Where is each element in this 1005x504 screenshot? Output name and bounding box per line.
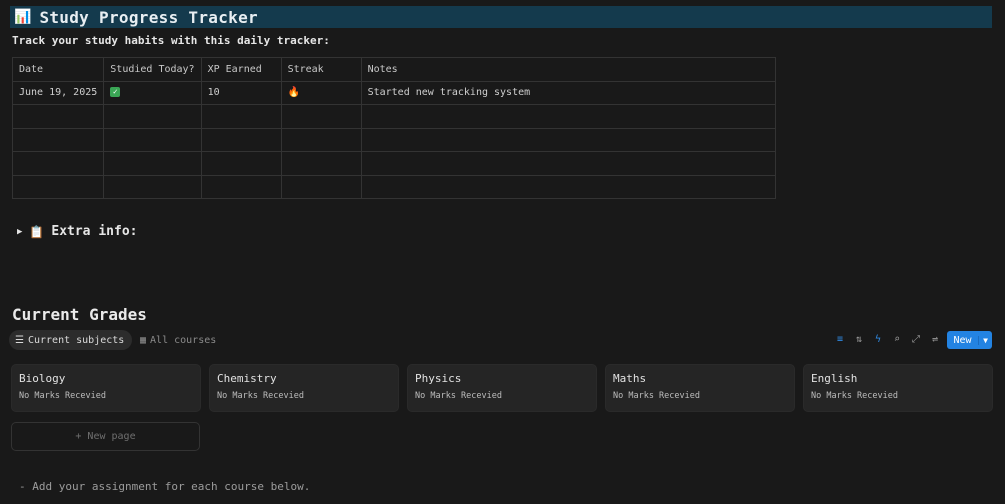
course-status: No Marks Recevied: [811, 391, 898, 401]
empty-cell[interactable]: [200, 151, 282, 176]
empty-cell[interactable]: [360, 127, 776, 152]
settings-sliders-icon[interactable]: ⇌: [929, 332, 941, 348]
course-card[interactable]: English No Marks Recevied: [803, 364, 993, 412]
expand-icon[interactable]: ⤢: [910, 332, 922, 348]
empty-cell[interactable]: [103, 104, 202, 129]
extra-info-toggle[interactable]: ▶ 📋 Extra info:: [17, 224, 137, 239]
date-cell[interactable]: June 19, 2025: [11, 80, 105, 105]
course-name: Maths: [613, 372, 647, 385]
empty-cell[interactable]: [11, 104, 105, 129]
empty-cell[interactable]: [200, 174, 282, 199]
empty-cell[interactable]: [280, 127, 362, 152]
column-header[interactable]: Date: [11, 57, 105, 82]
course-name: Physics: [415, 372, 462, 385]
checkmark-icon: ✓: [110, 87, 121, 98]
xp-cell[interactable]: 10: [200, 80, 282, 105]
table-header-row: Date Studied Today? XP Earned Streak Not…: [11, 57, 776, 82]
table-row: June 19, 2025 ✓ 10 🔥 Started new trackin…: [11, 80, 776, 105]
empty-cell[interactable]: [280, 104, 362, 129]
new-button[interactable]: New ▼: [947, 331, 992, 349]
course-name: English: [811, 372, 858, 385]
empty-cell[interactable]: [11, 151, 105, 176]
empty-cell[interactable]: [280, 174, 362, 199]
list-icon: ☰: [15, 334, 24, 346]
course-status: No Marks Recevied: [19, 391, 106, 401]
automation-bolt-icon[interactable]: ϟ: [872, 332, 884, 348]
empty-cell[interactable]: [200, 127, 282, 152]
grid-icon: ▦: [140, 334, 147, 346]
title-banner: 📊 Study Progress Tracker: [10, 6, 992, 28]
tracker-description: Track your study habits with this daily …: [12, 34, 330, 47]
sort-icon[interactable]: ⇅: [853, 332, 865, 348]
column-header[interactable]: XP Earned: [200, 57, 282, 82]
course-gallery: Biology No Marks Recevied Chemistry No M…: [11, 364, 993, 412]
empty-cell[interactable]: [103, 127, 202, 152]
empty-cell[interactable]: [103, 174, 202, 199]
view-toolbar: ≡ ⇅ ϟ ⌕ ⤢ ⇌: [834, 332, 941, 348]
empty-cell[interactable]: [11, 174, 105, 199]
empty-cell[interactable]: [360, 174, 776, 199]
column-header[interactable]: Streak: [280, 57, 362, 82]
search-icon[interactable]: ⌕: [891, 332, 903, 348]
course-name: Biology: [19, 372, 66, 385]
course-card[interactable]: Physics No Marks Recevied: [407, 364, 597, 412]
filter-icon[interactable]: ≡: [834, 332, 846, 348]
column-header[interactable]: Notes: [360, 57, 776, 82]
course-status: No Marks Recevied: [613, 391, 700, 401]
triangle-right-icon[interactable]: ▶: [17, 227, 22, 237]
assignment-note: - Add your assignment for each course be…: [19, 480, 311, 493]
empty-cell[interactable]: [280, 151, 362, 176]
course-card[interactable]: Chemistry No Marks Recevied: [209, 364, 399, 412]
course-status: No Marks Recevied: [415, 391, 502, 401]
clipboard-icon: 📋: [29, 224, 45, 239]
course-name: Chemistry: [217, 372, 277, 385]
empty-cell[interactable]: [200, 104, 282, 129]
empty-cell[interactable]: [360, 104, 776, 129]
table-row: [11, 151, 776, 176]
new-page-button[interactable]: + New page: [11, 422, 200, 451]
new-button-label: New: [953, 334, 972, 346]
empty-cell[interactable]: [103, 151, 202, 176]
course-status: No Marks Recevied: [217, 391, 304, 401]
tab-all-courses[interactable]: ▦ All courses: [140, 330, 216, 350]
toggle-label: Extra info:: [51, 224, 138, 239]
tab-label: All courses: [150, 334, 217, 346]
studied-cell[interactable]: ✓: [103, 80, 202, 105]
empty-cell[interactable]: [360, 151, 776, 176]
chevron-down-icon[interactable]: ▼: [978, 335, 992, 345]
table-row: [11, 127, 776, 152]
notes-cell[interactable]: Started new tracking system: [360, 80, 776, 105]
empty-cell[interactable]: [11, 127, 105, 152]
study-tracker-table: Date Studied Today? XP Earned Streak Not…: [11, 57, 776, 199]
table-row: [11, 174, 776, 199]
column-header[interactable]: Studied Today?: [103, 57, 202, 82]
fire-icon: 🔥: [287, 87, 301, 99]
course-card[interactable]: Biology No Marks Recevied: [11, 364, 201, 412]
bar-chart-icon: 📊: [14, 9, 32, 25]
tab-label: Current subjects: [27, 334, 125, 346]
table-row: [11, 104, 776, 129]
grades-heading: Current Grades: [12, 305, 147, 324]
course-card[interactable]: Maths No Marks Recevied: [605, 364, 795, 412]
tab-current-subjects[interactable]: ☰ Current subjects: [9, 330, 133, 350]
page-title: Study Progress Tracker: [39, 7, 258, 27]
streak-cell[interactable]: 🔥: [280, 80, 362, 105]
